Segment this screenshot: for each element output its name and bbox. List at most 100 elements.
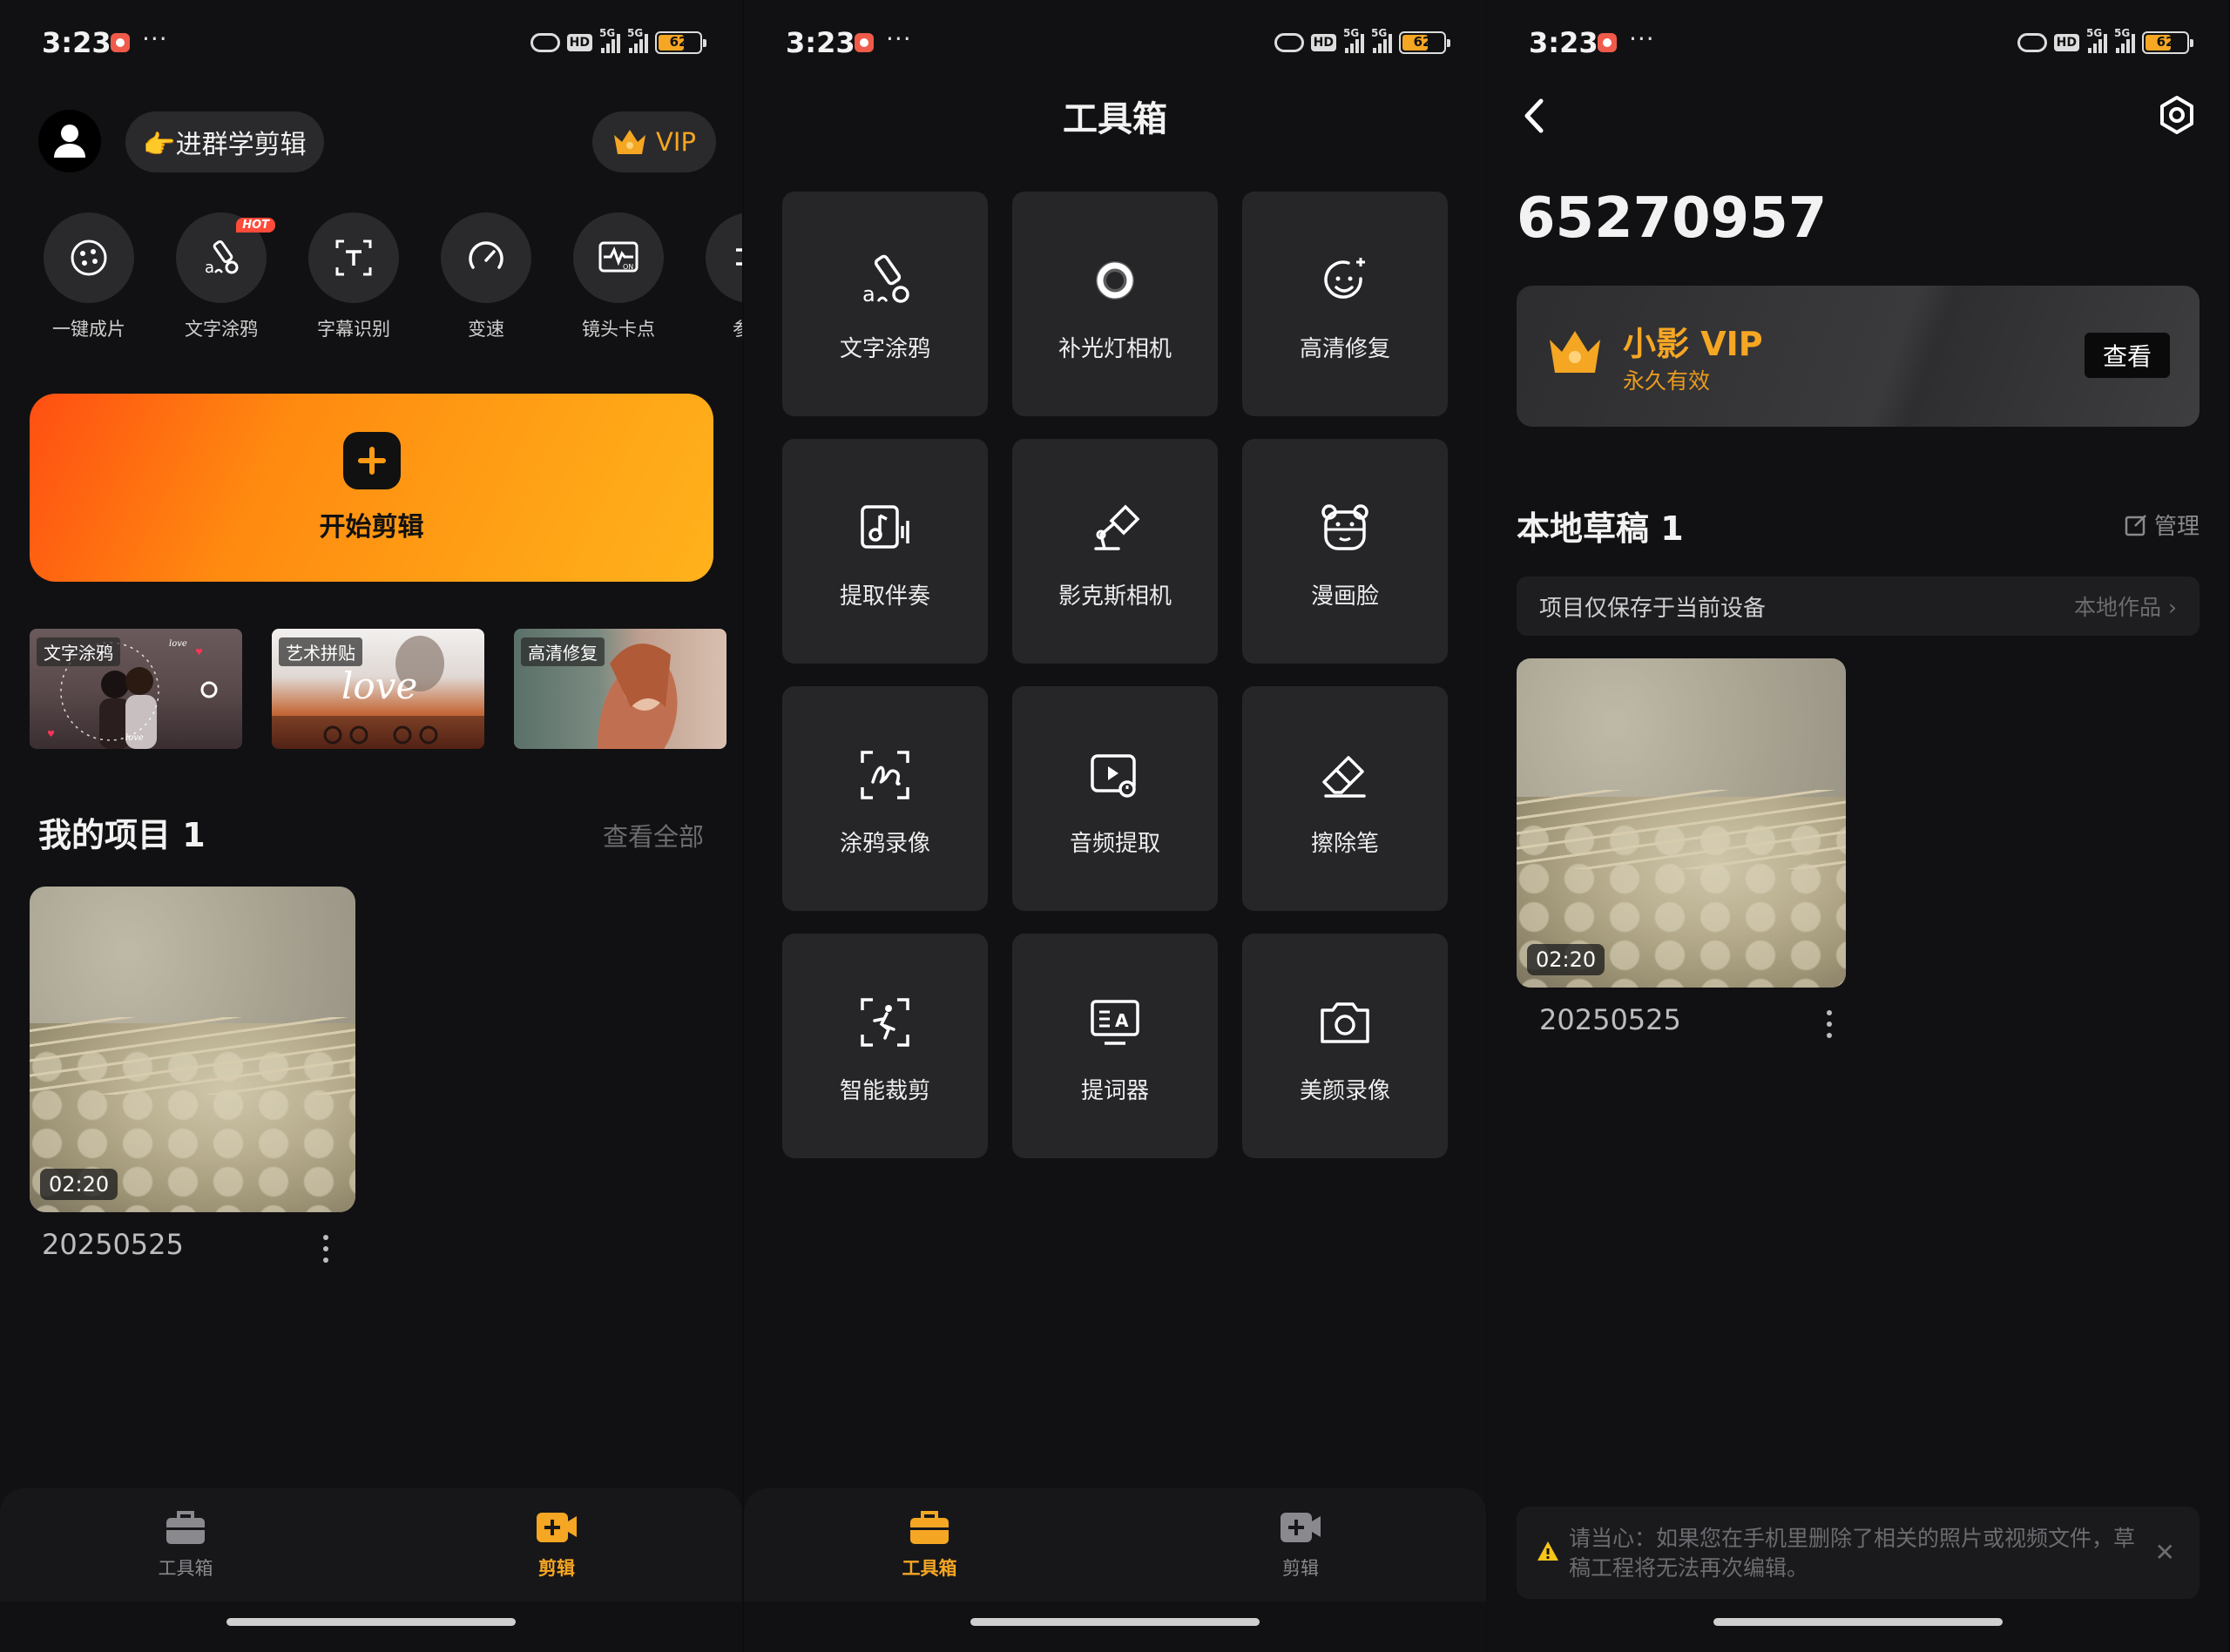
local-works-link[interactable]: 本地作品 › — [2074, 590, 2177, 622]
status-time: 3:23 — [786, 26, 855, 59]
eraser-icon — [1322, 756, 1366, 798]
svg-text:ON: ON — [623, 263, 633, 271]
link-icon — [2017, 33, 2047, 52]
signal-icon: 5G — [1343, 27, 1364, 53]
banner-text-doodle[interactable]: love love ♥ ♥ 文字涂鸦 — [30, 629, 242, 749]
avatar[interactable] — [38, 110, 101, 172]
back-icon[interactable] — [1518, 94, 1548, 141]
svg-text:♥: ♥ — [195, 648, 203, 657]
nav-toolbox[interactable]: 工具箱 — [744, 1488, 1115, 1601]
toolbox-icon — [166, 1511, 205, 1544]
vip-button[interactable]: VIP — [592, 111, 716, 172]
project-thumbnail[interactable]: 02:20 — [30, 887, 355, 1212]
fill-light-icon — [1096, 261, 1134, 300]
vip-card[interactable]: 小影 VIP 永久有效 查看 — [1517, 286, 2200, 427]
home-indicator — [1713, 1618, 2003, 1626]
status-bar: 3:23 ··· HD 5G 5G 62 — [0, 0, 742, 87]
my-projects-title: 我的项目 1 — [38, 816, 206, 854]
tool-label: 文字涂鸦 — [185, 319, 258, 340]
tool-text-doodle[interactable]: HOT a 文字涂鸦 — [160, 212, 282, 341]
comic-face-icon — [1321, 504, 1368, 550]
film-reel-icon — [71, 239, 107, 276]
svg-text:A: A — [1115, 1010, 1129, 1031]
bottom-nav: 工具箱 剪辑 — [744, 1488, 1486, 1601]
doodle-record-icon — [861, 751, 909, 799]
tool-label: 提词器 — [1080, 1078, 1149, 1104]
nav-edit[interactable]: 剪辑 — [1115, 1488, 1486, 1601]
banner-art-collage[interactable]: love 艺术拼贴 — [272, 629, 484, 749]
settings-icon[interactable] — [2156, 94, 2198, 139]
draft-more-icon[interactable] — [1826, 1010, 1833, 1043]
tool-eraser[interactable]: 擦除笔 — [1242, 686, 1448, 911]
draft-thumbnail[interactable]: 02:20 — [1517, 658, 1846, 988]
tool-label: 影克斯相机 — [1058, 583, 1172, 610]
hd-badge: HD — [566, 34, 592, 51]
status-time: 3:23 — [1529, 26, 1598, 59]
join-group-button[interactable]: 👉进群学剪辑 — [125, 111, 324, 172]
food-photo — [1517, 658, 1846, 988]
banner-hd-restore[interactable]: 高清修复 — [514, 629, 726, 749]
link-icon — [1274, 33, 1304, 52]
svg-text:love: love — [169, 639, 187, 649]
tool-beauty-record[interactable]: 美颜录像 — [1242, 934, 1448, 1158]
status-more-dots: ··· — [142, 24, 168, 53]
manage-button[interactable]: 管理 — [2125, 509, 2200, 541]
tool-label: 参数 — [733, 319, 742, 340]
vip-view-button[interactable]: 查看 — [2085, 333, 2170, 378]
tool-subtitle-recognize[interactable]: 字幕识别 — [293, 212, 415, 341]
home-indicator — [226, 1618, 516, 1626]
nav-edit[interactable]: 剪辑 — [371, 1488, 742, 1601]
tool-teleprompter[interactable]: A 提词器 — [1012, 934, 1218, 1158]
nav-toolbox[interactable]: 工具箱 — [0, 1488, 371, 1601]
tool-label: 智能裁剪 — [839, 1078, 930, 1104]
tool-label: 提取伴奏 — [839, 583, 930, 610]
speedometer-icon — [469, 241, 503, 269]
signal-icon: 5G — [2114, 27, 2135, 53]
video-plus-icon — [537, 1513, 577, 1542]
duration-badge: 02:20 — [1527, 944, 1605, 975]
tool-comic-face[interactable]: 漫画脸 — [1242, 439, 1448, 664]
vip-name: 小影 VIP — [1623, 325, 1763, 363]
delete-warning: 请当心：如果您在手机里删除了相关的照片或视频文件，草稿工程将无法再次编辑。 ✕ — [1517, 1507, 2200, 1599]
local-storage-notice[interactable]: 项目仅保存于当前设备 本地作品 › — [1517, 577, 2200, 636]
food-photo — [30, 887, 355, 1212]
view-all-link[interactable]: 查看全部 — [603, 817, 704, 853]
beat-sync-icon: ON — [598, 241, 639, 273]
svg-text:a: a — [205, 259, 214, 277]
camera-icon — [1321, 1002, 1369, 1043]
screen-record-icon — [1598, 33, 1617, 52]
vip-validity: 永久有效 — [1623, 368, 1711, 394]
close-icon[interactable]: ✕ — [2155, 1538, 2175, 1567]
tool-params[interactable]: 参数 — [690, 212, 742, 341]
tool-speed[interactable]: 变速 — [425, 212, 547, 341]
status-time: 3:23 — [42, 26, 112, 59]
start-edit-button[interactable]: 开始剪辑 — [30, 394, 713, 582]
hd-restore-icon — [1324, 258, 1365, 299]
project-more-icon[interactable] — [322, 1235, 329, 1268]
tool-smart-crop[interactable]: 智能裁剪 — [782, 934, 988, 1158]
tool-text-doodle[interactable]: a 文字涂鸦 — [782, 192, 988, 416]
tool-fill-light-camera[interactable]: 补光灯相机 — [1012, 192, 1218, 416]
svg-text:a: a — [862, 282, 875, 307]
hd-badge: HD — [2053, 34, 2079, 51]
tool-extract-accompaniment[interactable]: 提取伴奏 — [782, 439, 988, 664]
tool-audio-extract[interactable]: 音频提取 — [1012, 686, 1218, 911]
bottom-nav: 工具箱 剪辑 — [0, 1488, 742, 1601]
tool-auto-create[interactable]: 一键成片 — [28, 212, 150, 341]
toolbox-icon — [910, 1511, 949, 1544]
tool-doodle-record[interactable]: 涂鸦录像 — [782, 686, 988, 911]
battery-icon: 62 — [2142, 31, 2193, 54]
status-more-dots: ··· — [1629, 24, 1655, 53]
tool-label: 变速 — [468, 319, 504, 340]
tool-desk-lamp-camera[interactable]: 影克斯相机 — [1012, 439, 1218, 664]
tool-beat-sync[interactable]: ON 镜头卡点 — [558, 212, 679, 341]
tool-label: 文字涂鸦 — [839, 336, 930, 362]
tool-label: 音频提取 — [1069, 831, 1160, 857]
tool-label: 美颜录像 — [1299, 1078, 1390, 1104]
svg-text:love: love — [341, 664, 417, 707]
tool-hd-restore[interactable]: 高清修复 — [1242, 192, 1448, 416]
link-icon — [530, 33, 560, 52]
signal-icon: 5G — [2086, 27, 2107, 53]
project-name: 20250525 — [42, 1228, 184, 1261]
screen-record-icon — [111, 33, 130, 52]
